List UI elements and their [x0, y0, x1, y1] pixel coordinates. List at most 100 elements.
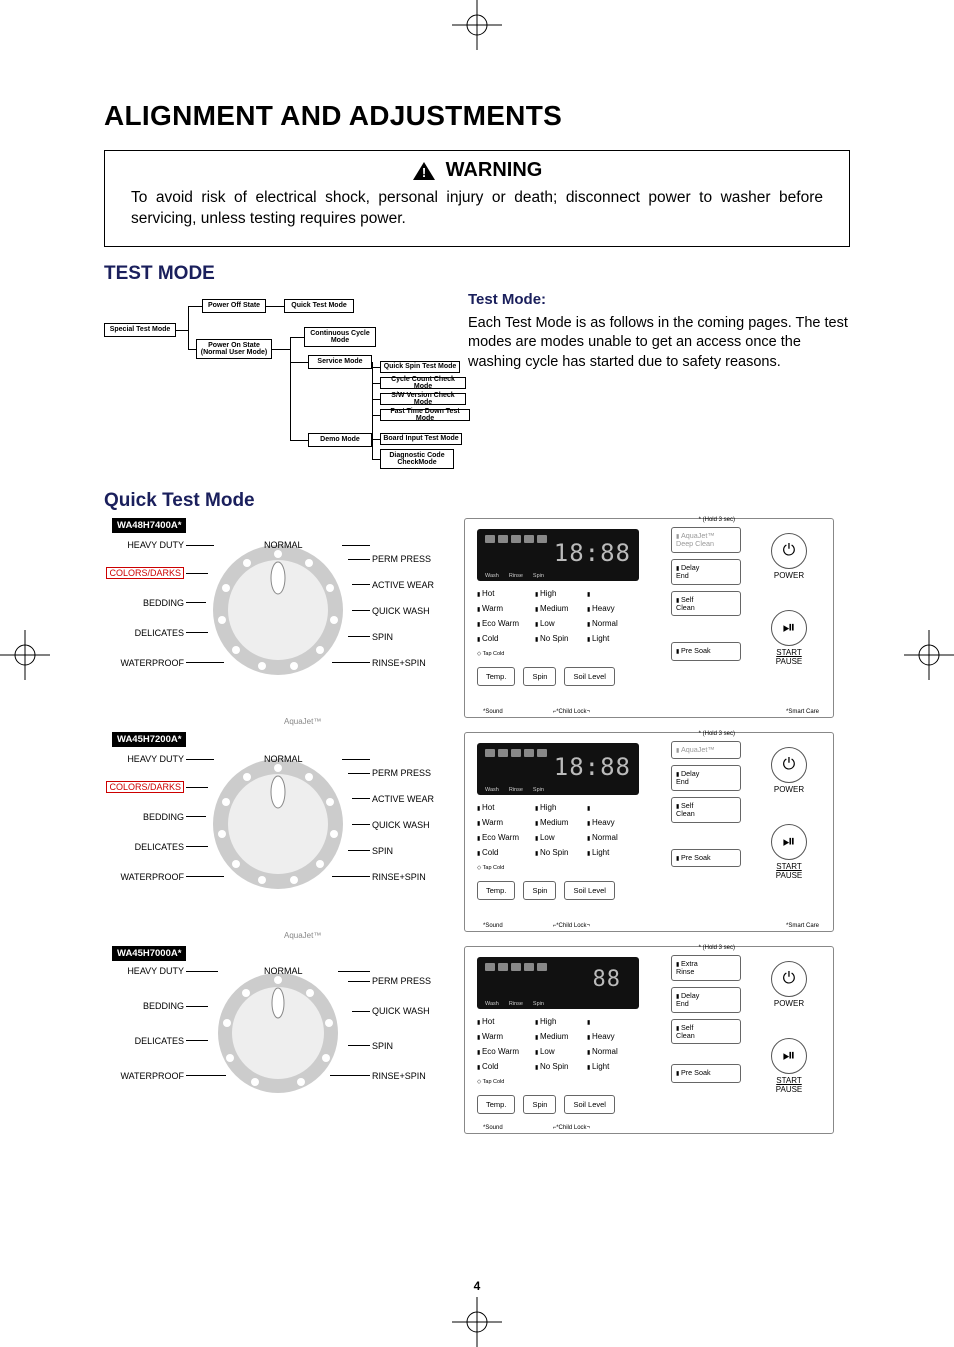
hold-3sec-3: * (Hold 3 sec) [699, 945, 735, 951]
childlock-label-3: *Child Lock [553, 1125, 590, 1131]
fc-diag: Diagnostic Code CheckMode [380, 449, 454, 469]
presoak-button[interactable]: Pre Soak [671, 642, 741, 660]
lbl2-delicates: DELICATES [135, 842, 184, 852]
sound-label: *Sound [483, 709, 503, 715]
lbl2-spin: SPIN [372, 846, 393, 856]
power-label-3: POWER [771, 999, 807, 1008]
dial-1 [208, 540, 348, 680]
smart-care-label-2: *Smart Care [786, 923, 819, 929]
display-3: 88 WashRinseSpin [477, 957, 639, 1009]
seg-display-3: 88 [593, 967, 622, 992]
self-clean-button[interactable]: Self Clean [671, 591, 741, 617]
lbl-normal: NORMAL [264, 540, 303, 550]
presoak-button-3[interactable]: Pre Soak [671, 1064, 741, 1082]
start-pause-button-3[interactable]: ⏯ [771, 1038, 807, 1074]
fc-quickspin: Quick Spin Test Mode [380, 361, 460, 373]
lbl-waterproof: WATERPROOF [121, 658, 185, 668]
warning-box: ! WARNING To avoid risk of electrical sh… [104, 150, 850, 247]
display-1: 18:88 WashRinseSpin [477, 529, 639, 581]
soil-button-3[interactable]: Soil Level [564, 1095, 615, 1114]
presoak-button-2[interactable]: Pre Soak [671, 849, 741, 867]
temp-button-2[interactable]: Temp. [477, 881, 515, 900]
lbl2-bedding: BEDDING [143, 812, 184, 822]
soil-button[interactable]: Soil Level [564, 667, 615, 686]
childlock-label-2: *Child Lock [553, 923, 590, 929]
delay-button-2[interactable]: Delay End [671, 765, 741, 791]
lbl3-delicates: DELICATES [135, 1036, 184, 1046]
tap-cold-2: ◇ Tap Cold [477, 865, 504, 871]
self-clean-button-3[interactable]: Self Clean [671, 1019, 741, 1045]
registration-mark-top [452, 0, 502, 50]
fc-fasttime: Fast Time Down Test Mode [380, 409, 470, 421]
aquajet-button-2[interactable]: AquaJet™ [671, 741, 741, 759]
option-grid-3: HotHigh WarmMediumHeavy Eco WarmLowNorma… [477, 1017, 635, 1071]
start-label-3: START [771, 1076, 807, 1085]
lbl2-quickwash: QUICK WASH [372, 820, 430, 830]
aquajet-sub: AquaJet™ [284, 717, 321, 726]
warning-icon: ! [412, 161, 436, 181]
power-button-3[interactable]: ⏻ [771, 961, 807, 997]
delay-button-3[interactable]: Delay End [671, 987, 741, 1013]
power-button[interactable]: ⏻ [771, 533, 807, 569]
page-number: 4 [474, 1279, 481, 1293]
display-2: 18:88 WashRinseSpin [477, 743, 639, 795]
spin-button-2[interactable]: Spin [523, 881, 556, 900]
fc-swver: S/W Version Check Mode [380, 393, 466, 405]
dial-2 [208, 754, 348, 894]
lbl2-heavy: HEAVY DUTY [127, 754, 184, 764]
fc-cyclecount: Cycle Count Check Mode [380, 377, 466, 389]
fc-contcycle: Continuous Cycle Mode [304, 327, 376, 347]
start-pause-button[interactable]: ⏯ [771, 610, 807, 646]
lbl-heavy: HEAVY DUTY [127, 540, 184, 550]
page-title: ALIGNMENT AND ADJUSTMENTS [104, 100, 850, 132]
fc-special: Special Test Mode [104, 323, 176, 337]
lbl3-rinse: RINSE+SPIN [372, 1071, 426, 1081]
spin-button[interactable]: Spin [523, 667, 556, 686]
lbl2-perm: PERM PRESS [372, 768, 431, 778]
control-panel-1: * (Hold 3 sec) 18:88 WashRinseSpin HotHi… [464, 518, 834, 718]
lbl-quickwash: QUICK WASH [372, 606, 430, 616]
start-pause-button-2[interactable]: ⏯ [771, 824, 807, 860]
lbl2-normal: NORMAL [264, 754, 303, 764]
lbl-delicates: DELICATES [135, 628, 184, 638]
power-button-2[interactable]: ⏻ [771, 747, 807, 783]
warning-text: To avoid risk of electrical shock, perso… [105, 188, 849, 246]
option-grid-2: HotHigh WarmMediumHeavy Eco WarmLowNorma… [477, 803, 635, 857]
lbl3-spin: SPIN [372, 1041, 393, 1051]
pause-label: PAUSE [776, 657, 803, 666]
spin-button-3[interactable]: Spin [523, 1095, 556, 1114]
lbl3-normal: NORMAL [264, 966, 303, 976]
smart-care-label: *Smart Care [786, 709, 819, 715]
fc-demo: Demo Mode [308, 433, 372, 447]
aquajet-deep-button[interactable]: AquaJet™ Deep Clean [671, 527, 741, 553]
extra-rinse-button[interactable]: Extra Rinse [671, 955, 741, 981]
fc-poweron: Power On State (Normal User Mode) [196, 339, 272, 359]
lbl-bedding: BEDDING [143, 598, 184, 608]
pause-label-2: PAUSE [776, 871, 803, 880]
lbl2-rinse: RINSE+SPIN [372, 872, 426, 882]
control-panel-2: * (Hold 3 sec) 18:88 WashRinseSpin HotHi… [464, 732, 834, 932]
hold-3sec: * (Hold 3 sec) [699, 517, 735, 523]
tap-cold: ◇ Tap Cold [477, 651, 504, 657]
fc-boardinput: Board Input Test Mode [380, 433, 462, 445]
temp-button[interactable]: Temp. [477, 667, 515, 686]
soil-button-2[interactable]: Soil Level [564, 881, 615, 900]
lbl-rinse: RINSE+SPIN [372, 658, 426, 668]
test-mode-text: Each Test Mode is as follows in the comi… [468, 314, 850, 373]
fc-poweroff: Power Off State [202, 299, 266, 313]
temp-button-3[interactable]: Temp. [477, 1095, 515, 1114]
aquajet-sub-2: AquaJet™ [284, 931, 321, 940]
lbl-active: ACTIVE WEAR [372, 580, 434, 590]
test-mode-subheading: Test Mode: [468, 291, 850, 308]
start-label: START [771, 648, 807, 657]
flowchart: Special Test Mode Power Off State Quick … [104, 291, 444, 476]
childlock-label: *Child Lock [553, 709, 590, 715]
power-label-2: POWER [771, 785, 807, 794]
self-clean-button-2[interactable]: Self Clean [671, 797, 741, 823]
lbl-spin: SPIN [372, 632, 393, 642]
option-grid: HotHigh WarmMediumHeavy Eco WarmLowNorma… [477, 589, 635, 643]
lbl3-heavy: HEAVY DUTY [127, 966, 184, 976]
start-label-2: START [771, 862, 807, 871]
delay-button[interactable]: Delay End [671, 559, 741, 585]
test-mode-heading: TEST MODE [104, 263, 850, 285]
